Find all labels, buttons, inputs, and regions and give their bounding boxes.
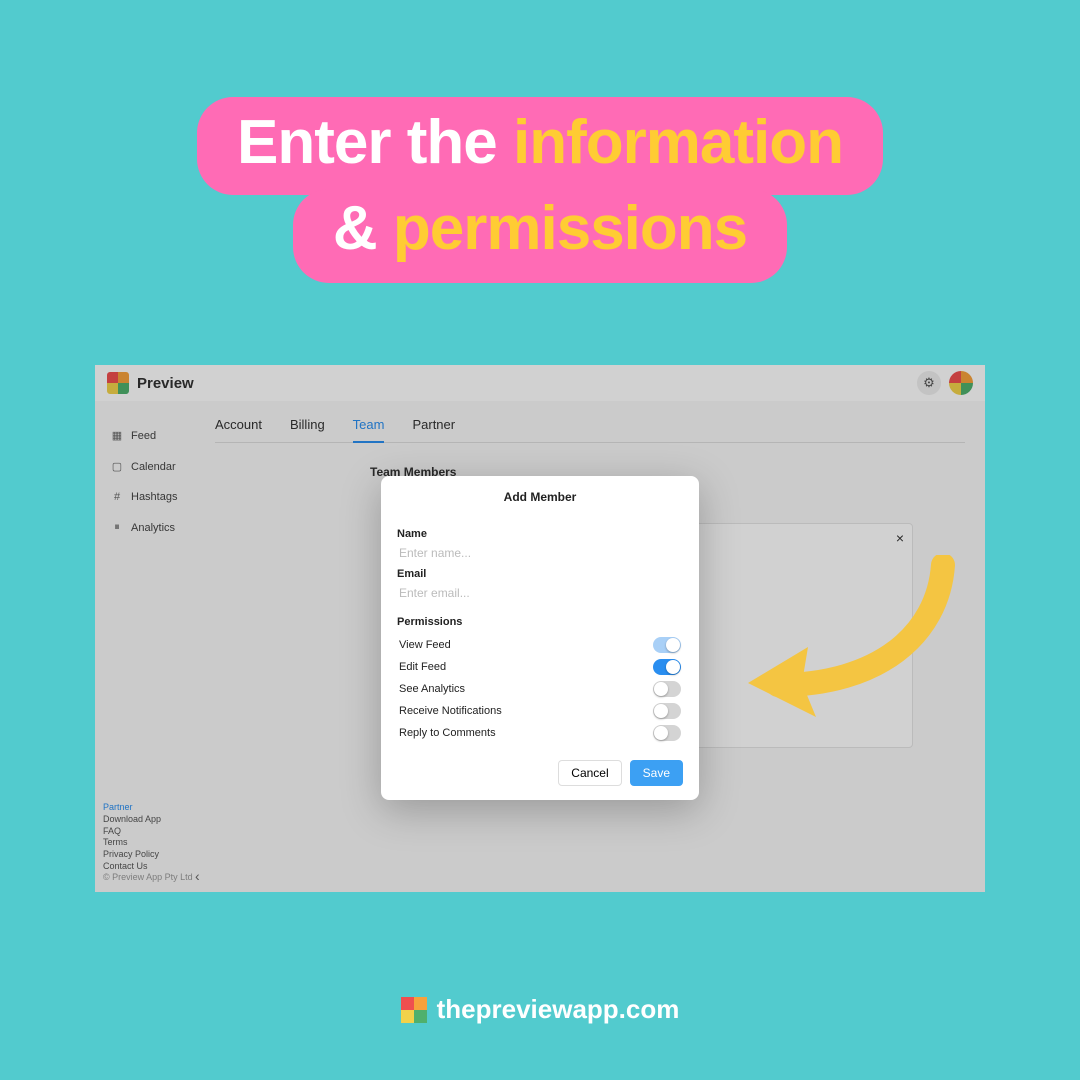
footer-link-download[interactable]: Download App	[103, 814, 193, 826]
brand-footer: thepreviewapp.com	[0, 994, 1080, 1025]
sidebar-item-feed[interactable]: ▦ Feed	[111, 429, 215, 442]
sidebar-item-calendar[interactable]: ▢ Calendar	[111, 460, 215, 473]
perm-label: Reply to Comments	[399, 727, 496, 739]
footer-link-faq[interactable]: FAQ	[103, 826, 193, 838]
add-member-modal: Add Member Name Email Permissions View F…	[381, 476, 699, 800]
footer-link-partner[interactable]: Partner	[103, 802, 193, 814]
arrow-annotation-icon	[738, 555, 958, 745]
headline: Enter the information & permissions	[0, 97, 1080, 283]
brand-url: thepreviewapp.com	[437, 994, 680, 1025]
perm-label: See Analytics	[399, 683, 465, 695]
perm-label: Receive Notifications	[399, 705, 502, 717]
tab-partner[interactable]: Partner	[412, 417, 455, 432]
perm-edit-feed: Edit Feed	[397, 656, 683, 678]
email-input[interactable]	[397, 584, 683, 608]
footer-link-privacy[interactable]: Privacy Policy	[103, 849, 193, 861]
grid-icon: ▦	[111, 429, 123, 442]
chart-icon: ⏸	[111, 521, 123, 534]
tab-team[interactable]: Team	[353, 417, 385, 432]
copyright: © Preview App Pty Ltd	[103, 872, 193, 882]
sidebar-item-label: Hashtags	[131, 491, 177, 503]
sidebar-item-label: Calendar	[131, 461, 176, 473]
toggle-see-analytics[interactable]	[653, 681, 681, 697]
save-button[interactable]: Save	[630, 760, 683, 786]
name-label: Name	[397, 528, 683, 540]
app-title: Preview	[137, 375, 194, 392]
toggle-view-feed[interactable]	[653, 637, 681, 653]
app-header: Preview ⚙	[95, 365, 985, 401]
cancel-button[interactable]: Cancel	[558, 760, 621, 786]
tab-billing[interactable]: Billing	[290, 417, 325, 432]
perm-view-feed: View Feed	[397, 634, 683, 656]
perm-receive-notifications: Receive Notifications	[397, 700, 683, 722]
toggle-reply-comments[interactable]	[653, 725, 681, 741]
perm-label: Edit Feed	[399, 661, 446, 673]
name-input[interactable]	[397, 544, 683, 568]
sidebar-item-analytics[interactable]: ⏸ Analytics	[111, 521, 215, 534]
perm-see-analytics: See Analytics	[397, 678, 683, 700]
perm-reply-comments: Reply to Comments	[397, 722, 683, 744]
hash-icon: #	[111, 491, 123, 503]
footer-link-contact[interactable]: Contact Us	[103, 861, 193, 873]
permissions-label: Permissions	[397, 616, 683, 628]
brand-logo-icon	[401, 997, 427, 1023]
toggle-receive-notifications[interactable]	[653, 703, 681, 719]
email-label: Email	[397, 568, 683, 580]
sidebar-item-label: Feed	[131, 430, 156, 442]
app-logo-icon	[107, 372, 129, 394]
close-icon[interactable]: ×	[896, 530, 904, 546]
footer-links: Partner Download App FAQ Terms Privacy P…	[103, 802, 193, 884]
sidebar-item-hashtags[interactable]: # Hashtags	[111, 491, 215, 503]
perm-label: View Feed	[399, 639, 451, 651]
modal-title: Add Member	[397, 490, 683, 504]
sidebar-item-label: Analytics	[131, 522, 175, 534]
calendar-icon: ▢	[111, 460, 123, 473]
chevron-left-icon[interactable]: ‹	[195, 868, 200, 884]
footer-link-terms[interactable]: Terms	[103, 837, 193, 849]
toggle-edit-feed[interactable]	[653, 659, 681, 675]
avatar[interactable]	[949, 371, 973, 395]
tab-account[interactable]: Account	[215, 417, 262, 432]
tabs: Account Billing Team Partner	[215, 417, 965, 443]
gear-icon[interactable]: ⚙	[917, 371, 941, 395]
